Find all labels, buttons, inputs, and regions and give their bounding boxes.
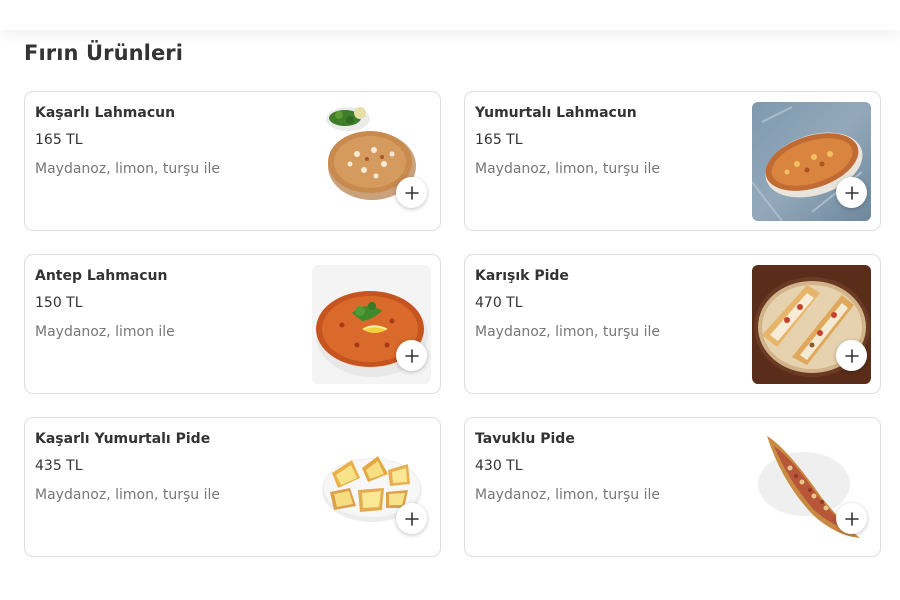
- product-price: 430 TL: [475, 458, 523, 474]
- product-price: 165 TL: [475, 132, 523, 148]
- product-name: Karışık Pide: [475, 268, 569, 284]
- product-card[interactable]: Antep Lahmacun 150 TL Maydanoz, limon il…: [24, 254, 441, 394]
- product-name: Antep Lahmacun: [35, 268, 168, 284]
- add-to-cart-button[interactable]: [396, 177, 427, 208]
- product-price: 150 TL: [35, 295, 83, 311]
- product-card[interactable]: Yumurtalı Lahmacun 165 TL Maydanoz, limo…: [464, 91, 881, 231]
- product-price: 435 TL: [35, 458, 83, 474]
- product-name: Yumurtalı Lahmacun: [475, 105, 637, 121]
- add-to-cart-button[interactable]: [396, 503, 427, 534]
- plus-icon: [404, 511, 419, 526]
- product-description: Maydanoz, limon, turşu ile: [475, 161, 660, 177]
- section-title: Fırın Ürünleri: [24, 41, 184, 65]
- add-to-cart-button[interactable]: [396, 340, 427, 371]
- product-price: 165 TL: [35, 132, 83, 148]
- plus-icon: [404, 348, 419, 363]
- product-card[interactable]: Kaşarlı Yumurtalı Pide 435 TL Maydanoz, …: [24, 417, 441, 557]
- add-to-cart-button[interactable]: [836, 503, 867, 534]
- product-description: Maydanoz, limon, turşu ile: [475, 487, 660, 503]
- top-header-bar: [0, 0, 900, 30]
- product-grid: Kaşarlı Lahmacun 165 TL Maydanoz, limon,…: [24, 91, 881, 557]
- product-description: Maydanoz, limon, turşu ile: [35, 161, 220, 177]
- product-description: Maydanoz, limon, turşu ile: [475, 324, 660, 340]
- product-card[interactable]: Tavuklu Pide 430 TL Maydanoz, limon, tur…: [464, 417, 881, 557]
- product-name: Tavuklu Pide: [475, 431, 575, 447]
- plus-icon: [844, 185, 859, 200]
- add-to-cart-button[interactable]: [836, 340, 867, 371]
- product-name: Kaşarlı Lahmacun: [35, 105, 176, 121]
- product-description: Maydanoz, limon ile: [35, 324, 175, 340]
- plus-icon: [844, 511, 859, 526]
- product-price: 470 TL: [475, 295, 523, 311]
- product-name: Kaşarlı Yumurtalı Pide: [35, 431, 211, 447]
- product-card[interactable]: Karışık Pide 470 TL Maydanoz, limon, tur…: [464, 254, 881, 394]
- plus-icon: [404, 185, 419, 200]
- plus-icon: [844, 348, 859, 363]
- add-to-cart-button[interactable]: [836, 177, 867, 208]
- product-card[interactable]: Kaşarlı Lahmacun 165 TL Maydanoz, limon,…: [24, 91, 441, 231]
- product-description: Maydanoz, limon, turşu ile: [35, 487, 220, 503]
